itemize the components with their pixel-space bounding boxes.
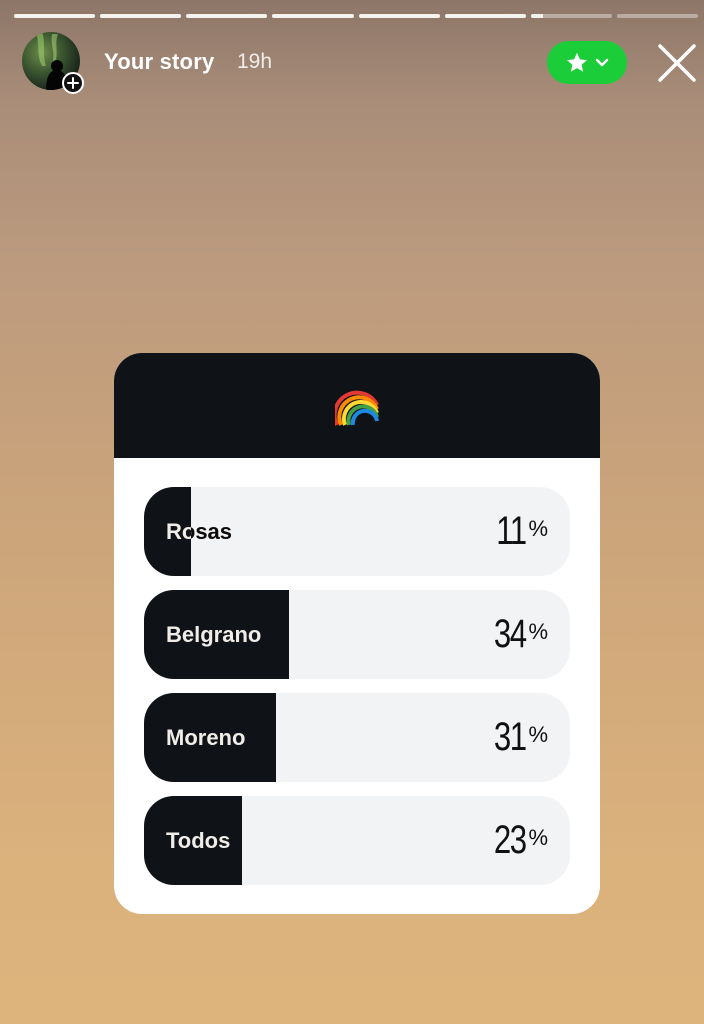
poll-option-todos[interactable]: Todos 23% [144,796,570,885]
progress-segment [358,14,440,18]
percent-sign: % [528,515,548,541]
progress-segment [100,14,182,18]
percent-sign: % [528,618,548,644]
poll-option-percent: 11% [488,487,548,576]
poll-sticker: Rosas 11% Belgrano 34% Moreno 31% Todos 23% [114,353,600,914]
close-icon [658,44,696,82]
story-progress-bar [14,14,698,18]
percent-sign: % [528,721,548,747]
poll-option-label: Belgrano [166,622,262,647]
poll-header [114,353,600,458]
rainbow-icon [335,390,379,426]
percent-sign: % [528,824,548,850]
progress-segment [616,14,698,18]
progress-segment [14,14,96,18]
close-button[interactable] [656,42,698,84]
poll-option-label: Todos [166,828,231,853]
percent-value: 34 [493,612,527,656]
progress-segment [272,14,354,18]
percent-value: 23 [493,818,527,862]
add-story-icon[interactable] [62,72,84,94]
poll-option-label: Moreno [166,725,246,750]
star-icon [567,52,587,72]
poll-option-rosas[interactable]: Rosas 11% [144,487,570,576]
progress-segment [444,14,526,18]
poll-option-label: Rosas [166,519,233,544]
progress-segment [530,14,612,18]
poll-option-belgrano[interactable]: Belgrano 34% [144,590,570,679]
poll-option-percent: 31% [485,693,548,782]
close-friends-button[interactable] [547,41,627,84]
poll-option-moreno[interactable]: Moreno 31% [144,693,570,782]
poll-options: Rosas 11% Belgrano 34% Moreno 31% Todos 23% [114,458,600,885]
story-timestamp: 19h [237,50,273,73]
percent-value: 11 [496,509,527,553]
story-username[interactable]: Your story [104,49,214,75]
poll-option-percent: 34% [485,590,548,679]
percent-value: 31 [493,715,527,759]
progress-segment [186,14,268,18]
poll-option-percent: 23% [485,796,548,885]
chevron-down-icon [595,58,609,66]
